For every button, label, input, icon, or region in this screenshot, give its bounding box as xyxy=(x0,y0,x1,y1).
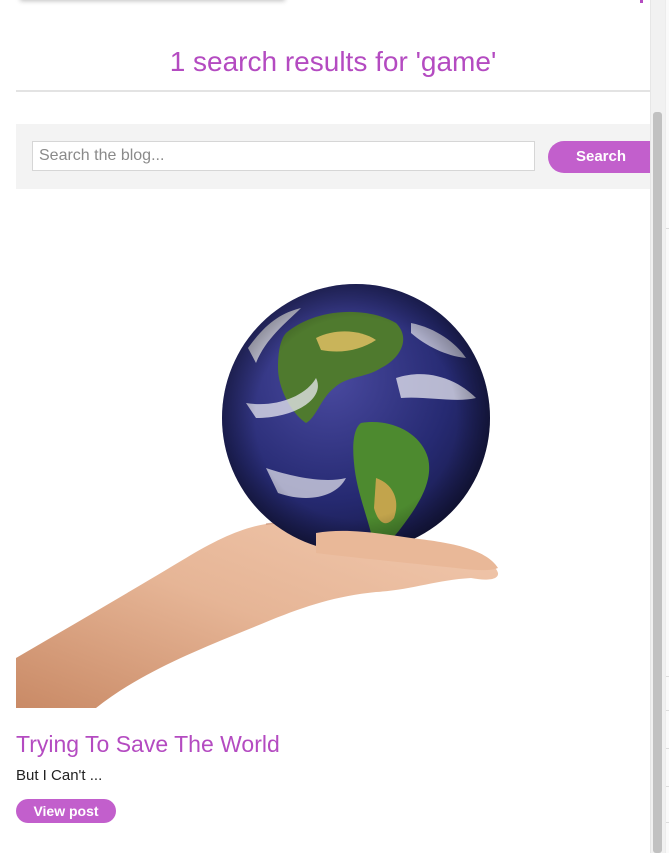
right-edge-panel xyxy=(665,0,669,853)
search-panel: Search xyxy=(16,124,654,189)
search-button[interactable]: Search xyxy=(548,141,654,173)
view-post-button[interactable]: View post xyxy=(16,799,116,823)
search-results-heading: 1 search results for 'game' xyxy=(169,46,497,77)
post-image[interactable] xyxy=(16,228,650,708)
post-excerpt: But I Can't ... xyxy=(16,767,103,784)
divider xyxy=(16,90,650,92)
search-input[interactable] xyxy=(32,141,535,171)
scrollbar-thumb[interactable] xyxy=(653,112,662,853)
post-title-link[interactable]: Trying To Save The World xyxy=(16,729,280,759)
header-edge-mark xyxy=(640,0,643,3)
scrollbar[interactable] xyxy=(650,0,665,853)
globe-icon xyxy=(222,284,490,552)
